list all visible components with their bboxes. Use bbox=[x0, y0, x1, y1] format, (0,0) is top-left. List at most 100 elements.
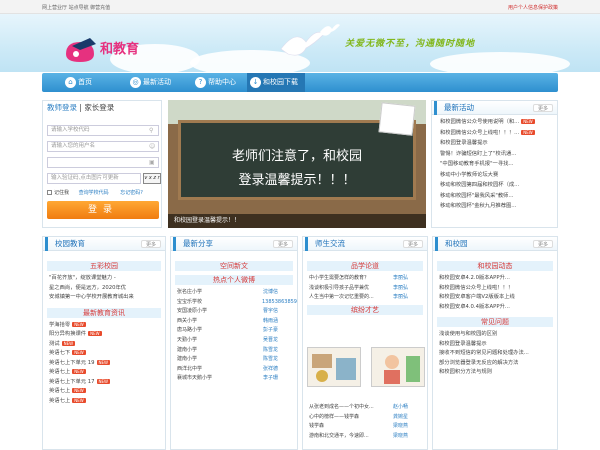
table-row[interactable]: 唐马路小学 彭子豪 bbox=[171, 326, 297, 336]
list-item[interactable]: 移动和校园杯"最我风采"教师... bbox=[432, 191, 557, 202]
user-icon: ⚲ bbox=[149, 127, 154, 134]
table-row[interactable]: 安国凌原小学 曹宇信 bbox=[171, 307, 297, 317]
campus-education-panel: 校园教育 更多 五彩校园 "百花齐放"，绽放课堂魅力 - 星之西尚，便是远方，202… bbox=[42, 236, 166, 450]
list-item[interactable]: 和校园安卓客户端V2版版本上线 bbox=[433, 293, 557, 303]
captcha-image[interactable]: v x z r bbox=[143, 173, 161, 184]
list-item[interactable]: 接收不到短信的常见问题和处理办法... bbox=[433, 349, 557, 359]
drawing-thumbnail-icon bbox=[384, 355, 420, 384]
list-item[interactable]: 和校园登录温馨提示 bbox=[433, 340, 557, 350]
list-item[interactable]: 移动中小学教师论坛大赛 bbox=[432, 170, 557, 181]
latest-share-title: 最新分享 bbox=[173, 237, 213, 251]
painting-thumbnail-icon bbox=[312, 354, 356, 382]
faq-list: 浅谈使用与和校园的区别 和校园登录温馨提示 接收不到短信的常见问题和处理办法... 部… bbox=[433, 330, 557, 378]
activities-title: 最新活动 bbox=[434, 101, 474, 115]
list-item[interactable]: 英语七上 NEW bbox=[43, 387, 165, 397]
privacy-policy-link[interactable]: 用户个人信息保护政策 bbox=[508, 4, 558, 11]
teacher-student-title: 师生交流 bbox=[305, 237, 345, 251]
list-item[interactable]: 和校园安卓4.2.0版本APP升... bbox=[433, 274, 557, 284]
table-row[interactable]: 钱学森 梁晓燕 bbox=[303, 422, 427, 432]
table-row[interactable]: 心中的榜样——钱学森 龚婉星 bbox=[303, 413, 427, 423]
list-item[interactable]: 浅谈使用与和校园的区别 bbox=[433, 330, 557, 340]
list-item[interactable]: 学海拾零 NEW bbox=[43, 321, 165, 331]
list-item[interactable]: 英语七下 NEW bbox=[43, 349, 165, 359]
colorful-campus-list: "百花齐放"，绽放课堂魅力 - 星之西尚，便是远方，2020年优 安城镇第一中心学校… bbox=[43, 274, 165, 303]
list-item[interactable]: 和校园微信公众号上线啦！！！ bbox=[433, 284, 557, 294]
list-item[interactable]: 英语七上 NEW bbox=[43, 368, 165, 378]
table-row[interactable]: 西洋北中学 张祥德 bbox=[171, 365, 297, 375]
login-button[interactable]: 登录 bbox=[47, 201, 159, 219]
table-row[interactable]: 从张老到成名——个初中女... 赵小畅 bbox=[303, 403, 427, 413]
table-row[interactable]: 天勤小学 吴晋龙 bbox=[171, 336, 297, 346]
new-badge: NEW bbox=[521, 129, 535, 135]
table-row[interactable]: 张名庄小学 沈博信 bbox=[171, 288, 297, 298]
remember-checkbox[interactable] bbox=[47, 190, 52, 195]
home-icon: ⌂ bbox=[65, 77, 76, 88]
latest-share-more-button[interactable]: 更多 bbox=[272, 240, 293, 248]
nav-activities[interactable]: ◎ 最新活动 bbox=[127, 73, 171, 92]
table-row[interactable]: 浅谈积极引导孩子品学兼优 李丽弘 bbox=[303, 284, 427, 294]
lock-icon: ▣ bbox=[149, 159, 155, 166]
list-item[interactable]: 和校园微信公众号使用说明（和... NEW bbox=[432, 117, 557, 128]
he-campus-news-list: 和校园安卓4.2.0版本APP升... 和校园微信公众号上线啦！！！ 和校园安卓客户… bbox=[433, 274, 557, 312]
list-item[interactable]: 和校园微信公众号上线啦！！！... NEW bbox=[432, 128, 557, 139]
he-campus-more-button[interactable]: 更多 bbox=[532, 240, 553, 248]
banner-slide[interactable]: 老师们注意了，和校园 登录温馨提示！！！ 和校园登录温馨提示！！ bbox=[168, 100, 426, 228]
new-badge: NEW bbox=[72, 321, 86, 327]
list-item[interactable]: 安城镇第一中心学校开展教育城出来 bbox=[43, 293, 165, 303]
list-item[interactable]: 英语七上下单元 19 NEW bbox=[43, 359, 165, 369]
table-row[interactable]: 中小学生需要怎样的教育？ 李丽弘 bbox=[303, 274, 427, 284]
section-faq: 常见问题 bbox=[437, 317, 553, 327]
forgot-password-link[interactable]: 忘记密码? bbox=[120, 190, 143, 196]
new-badge: NEW bbox=[61, 340, 76, 346]
list-item[interactable]: "百花齐放"，绽放课堂魅力 - bbox=[43, 274, 165, 284]
activities-more-button[interactable]: 更多 bbox=[532, 104, 553, 112]
captcha-input[interactable]: 输入验证码,点击图片可更新 bbox=[47, 173, 141, 184]
table-row[interactable]: 西关小学 韩雨涵 bbox=[171, 317, 297, 327]
list-item[interactable]: 警惕！诈骗短信盯上了"校讯通... bbox=[432, 149, 557, 160]
password-input[interactable]: ▣ bbox=[47, 157, 159, 168]
learning-discussion-list: 中小学生需要怎样的教育？ 李丽弘 浅谈积极引导孩子品学兼优 李丽弘 人生当中第一次记忆重… bbox=[303, 274, 427, 303]
section-he-campus-news: 和校园动态 bbox=[437, 261, 553, 271]
tab-parent-login[interactable]: 家长登录 bbox=[84, 103, 114, 112]
login-tabs: 教师登录 | 家长登录 bbox=[47, 103, 115, 112]
list-item[interactable]: 英语七上 NEW bbox=[43, 397, 165, 407]
table-row[interactable]: 游南和北交通平，今速即... 梁晓燕 bbox=[303, 432, 427, 442]
table-row[interactable]: 建南小学 陈雪龙 bbox=[171, 355, 297, 365]
section-hot-weibo: 热点个人微博 bbox=[175, 275, 293, 285]
campus-education-more-button[interactable]: 更多 bbox=[140, 240, 161, 248]
username-input[interactable]: 请输入您的用户名 ☺ bbox=[47, 141, 159, 152]
new-badge: NEW bbox=[72, 388, 86, 393]
top-bar-links[interactable]: 网上营业厅 站点导航 御营充值 bbox=[42, 4, 110, 11]
table-row[interactable]: 襄城市天鹅小学 李子珊 bbox=[171, 374, 297, 384]
list-item[interactable]: "中国移动教育手机报"一寻找... bbox=[432, 159, 557, 170]
list-item[interactable]: 和校园安卓4.0.4版本APP升... bbox=[433, 303, 557, 313]
section-space-articles: 空间新文 bbox=[175, 261, 293, 271]
nav-home[interactable]: ⌂ 首页 bbox=[62, 73, 92, 92]
site-logo[interactable]: 和教育 bbox=[62, 32, 170, 68]
banner-line-2: 登录温馨提示！！！ bbox=[238, 173, 356, 188]
list-item[interactable]: 英语七上下单元 17 NEW bbox=[43, 378, 165, 388]
nav-download[interactable]: ↓ 和校园下载 bbox=[247, 73, 305, 92]
school-code-input[interactable]: 请输入学校代码 ⚲ bbox=[47, 125, 159, 136]
banner-caption: 和校园登录温馨提示！！ bbox=[168, 214, 426, 228]
talent-thumbnail-2[interactable] bbox=[371, 347, 425, 387]
teacher-student-more-button[interactable]: 更多 bbox=[402, 240, 423, 248]
header-slogan: 关爱无微不至，沟通随时随地 bbox=[345, 39, 476, 49]
tab-teacher-login[interactable]: 教师登录 bbox=[47, 103, 77, 112]
section-education-news: 最新教育资讯 bbox=[47, 307, 161, 318]
list-item[interactable]: 阳分异构换课件 NEW bbox=[43, 330, 165, 340]
list-item[interactable]: 星之西尚，便是远方，2020年优 bbox=[43, 284, 165, 294]
new-badge: NEW bbox=[72, 397, 86, 403]
list-item[interactable]: 和校园积分方法与规则 bbox=[433, 368, 557, 378]
table-row[interactable]: 宝宝乐学校 13853863859 bbox=[171, 298, 297, 308]
list-item[interactable]: 移动和校园第四届和校园杯（成... bbox=[432, 180, 557, 191]
list-item[interactable]: 部分浏览器登录无反应的解决方法 bbox=[433, 359, 557, 369]
nav-help[interactable]: ? 帮助中心 bbox=[192, 73, 236, 92]
talent-thumbnail-1[interactable] bbox=[307, 347, 361, 387]
list-item[interactable]: 移动和校园杯"金秋九月推荐图... bbox=[432, 201, 557, 212]
table-row[interactable]: 建南小学 陈雪龙 bbox=[171, 346, 297, 356]
list-item[interactable]: 测试 NEW bbox=[43, 340, 165, 350]
list-item[interactable]: 和校园登录温馨提示 bbox=[432, 138, 557, 149]
table-row[interactable]: 人生当中第一次记忆重要的... 李丽弘 bbox=[303, 293, 427, 303]
query-school-code-link[interactable]: 查询学校代码 bbox=[79, 190, 109, 196]
